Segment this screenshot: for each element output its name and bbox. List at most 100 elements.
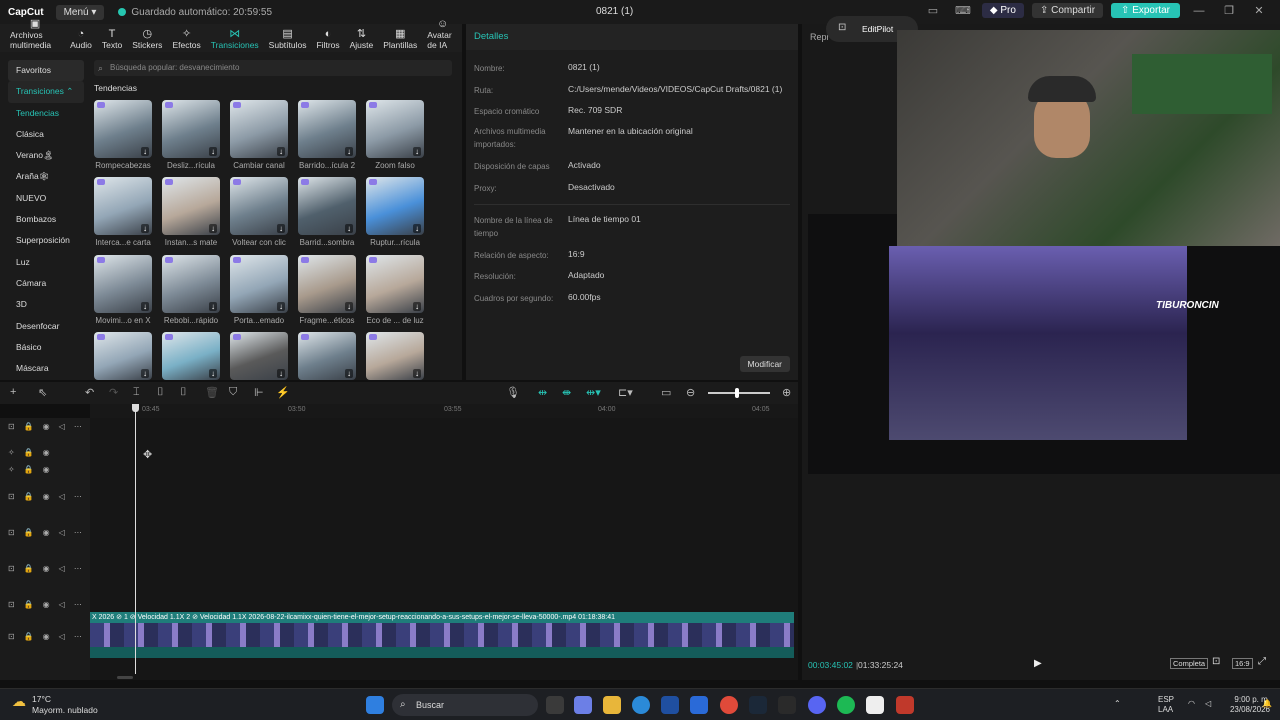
- eye-icon[interactable]: ◉: [43, 422, 50, 431]
- eye-icon[interactable]: ◉: [43, 528, 50, 537]
- download-icon[interactable]: ↓: [345, 369, 353, 378]
- lock-icon[interactable]: 🔒: [24, 448, 34, 457]
- transition-thumbnail[interactable]: ↓: [230, 332, 288, 380]
- download-icon[interactable]: ↓: [141, 147, 149, 156]
- main-video-clip[interactable]: X 2026 ⊘ 1 ⊘ Velocidad 1.1X 2 ⊘ Velocida…: [90, 612, 794, 658]
- split-icon[interactable]: ⌶: [133, 386, 140, 399]
- category-light[interactable]: Luz: [8, 252, 84, 273]
- volume-icon[interactable]: ◁: [1205, 699, 1211, 709]
- expand-icon[interactable]: ⤢: [1258, 656, 1266, 667]
- lock-icon[interactable]: 🔒: [24, 632, 34, 641]
- more-icon[interactable]: ⋯: [74, 564, 82, 573]
- lock-icon[interactable]: 🔒: [24, 492, 34, 501]
- transition-thumbnail[interactable]: ↓: [94, 100, 152, 158]
- freeze-icon[interactable]: ⊩: [254, 386, 264, 399]
- tool-avatar[interactable]: ☺ Avatar de IA: [423, 18, 462, 52]
- close-icon[interactable]: ✕: [1248, 4, 1270, 17]
- export-button[interactable]: ⇧ Exportar: [1111, 3, 1180, 18]
- transition-thumbnail[interactable]: ↓: [162, 177, 220, 235]
- undo-icon[interactable]: ↶: [85, 386, 94, 399]
- spotify-icon[interactable]: [837, 696, 855, 714]
- share-button[interactable]: ⇪ Compartir: [1031, 3, 1104, 18]
- lock-icon[interactable]: 🔒: [24, 600, 34, 609]
- task-view-icon[interactable]: [546, 696, 564, 714]
- minimize-icon[interactable]: —: [1188, 5, 1210, 17]
- file-explorer-icon[interactable]: [603, 696, 621, 714]
- modify-button[interactable]: Modificar: [739, 356, 790, 372]
- redo-icon[interactable]: ↷: [109, 386, 118, 399]
- effect-track-icon[interactable]: ✧: [8, 465, 15, 474]
- category-new[interactable]: NUEVO: [8, 188, 84, 209]
- download-icon[interactable]: ↓: [277, 302, 285, 311]
- lock-icon[interactable]: 🔒: [24, 465, 34, 474]
- lock-icon[interactable]: 🔒: [24, 422, 34, 431]
- transition-thumbnail[interactable]: ↓: [298, 332, 356, 380]
- time-ruler[interactable]: 03:45 03:50 03:55 04:00 04:05: [90, 404, 798, 418]
- audio-icon[interactable]: ◁: [59, 632, 65, 641]
- split-left-icon[interactable]: ⌷: [157, 386, 164, 399]
- category-camera[interactable]: Cámara: [8, 273, 84, 294]
- zoom-out-icon[interactable]: ⊖: [686, 386, 695, 399]
- download-icon[interactable]: ↓: [277, 369, 285, 378]
- category-favorites[interactable]: Favoritos: [8, 60, 84, 82]
- download-icon[interactable]: ↓: [209, 224, 217, 233]
- download-icon[interactable]: ↓: [413, 302, 421, 311]
- transition-thumbnail[interactable]: ↓: [230, 255, 288, 313]
- transition-thumbnail[interactable]: ↓: [162, 100, 220, 158]
- eye-icon[interactable]: ◉: [43, 600, 50, 609]
- download-icon[interactable]: ↓: [345, 147, 353, 156]
- transition-thumbnail[interactable]: ↓: [298, 255, 356, 313]
- more-icon[interactable]: ⋯: [74, 492, 82, 501]
- eye-icon[interactable]: ◉: [43, 465, 50, 474]
- search-input[interactable]: Búsqueda popular: desvanecimiento: [94, 60, 452, 76]
- maximize-icon[interactable]: ❐: [1218, 4, 1240, 17]
- eye-icon[interactable]: ◉: [43, 492, 50, 501]
- category-overlay[interactable]: Superposición: [8, 230, 84, 251]
- more-icon[interactable]: ⋯: [74, 632, 82, 641]
- transition-thumbnail[interactable]: ↓: [162, 332, 220, 380]
- more-icon[interactable]: ⋯: [74, 422, 82, 431]
- transition-thumbnail[interactable]: ↓: [366, 100, 424, 158]
- layout-icon[interactable]: ▭: [922, 4, 944, 17]
- transition-thumbnail[interactable]: ↓: [230, 177, 288, 235]
- lock-icon[interactable]: 🔒: [24, 528, 34, 537]
- discord-icon[interactable]: [808, 696, 826, 714]
- audio-icon[interactable]: ◁: [59, 528, 65, 537]
- eye-icon[interactable]: ◉: [43, 632, 50, 641]
- download-icon[interactable]: ↓: [141, 302, 149, 311]
- snapshot-icon[interactable]: ⊡: [1212, 656, 1220, 667]
- chrome-icon[interactable]: [720, 696, 738, 714]
- download-icon[interactable]: ↓: [413, 224, 421, 233]
- caption-icon[interactable]: ▭: [661, 386, 671, 399]
- lock-icon[interactable]: 🔒: [24, 564, 34, 573]
- mark-icon[interactable]: ⛉: [229, 386, 237, 399]
- download-icon[interactable]: ↓: [277, 224, 285, 233]
- zoom-slider-handle[interactable]: [735, 388, 739, 398]
- fullscreen-quality[interactable]: Completa: [1170, 658, 1209, 669]
- tray-chevron-icon[interactable]: ⌃: [1114, 699, 1121, 709]
- project-title[interactable]: 0821 (1): [596, 6, 633, 17]
- zoom-in-icon[interactable]: ⊕: [782, 386, 791, 399]
- category-3d[interactable]: 3D: [8, 294, 84, 315]
- tool-subtitles[interactable]: ▤ Subtítulos: [265, 28, 311, 52]
- transition-thumbnail[interactable]: ↓: [94, 255, 152, 313]
- preview-axis-icon[interactable]: ⊏▾: [618, 386, 633, 399]
- download-icon[interactable]: ↓: [413, 147, 421, 156]
- copilot-icon[interactable]: [574, 696, 592, 714]
- more-icon[interactable]: ⋯: [74, 528, 82, 537]
- aspect-ratio-button[interactable]: 16:9: [1232, 658, 1253, 669]
- transition-thumbnail[interactable]: ↓: [298, 100, 356, 158]
- download-icon[interactable]: ↓: [277, 147, 285, 156]
- download-icon[interactable]: ↓: [209, 302, 217, 311]
- tool-stickers[interactable]: ◷ Stickers: [128, 28, 166, 52]
- track-toggle-icon[interactable]: ⊡: [8, 492, 15, 501]
- track-toggle-icon[interactable]: ⊡: [8, 600, 15, 609]
- track-toggle-icon[interactable]: ⊡: [8, 632, 15, 641]
- category-transitions[interactable]: Transiciones ⌃: [8, 81, 84, 103]
- transition-thumbnail[interactable]: ↓: [366, 177, 424, 235]
- wifi-icon[interactable]: ◠: [1188, 699, 1195, 709]
- linkage-icon[interactable]: ⇹▾: [586, 386, 601, 399]
- tool-filters[interactable]: ◐ Filtros: [312, 28, 343, 52]
- download-icon[interactable]: ↓: [141, 224, 149, 233]
- weather-widget[interactable]: ☁ 17°C Mayorm. nublado: [12, 694, 98, 716]
